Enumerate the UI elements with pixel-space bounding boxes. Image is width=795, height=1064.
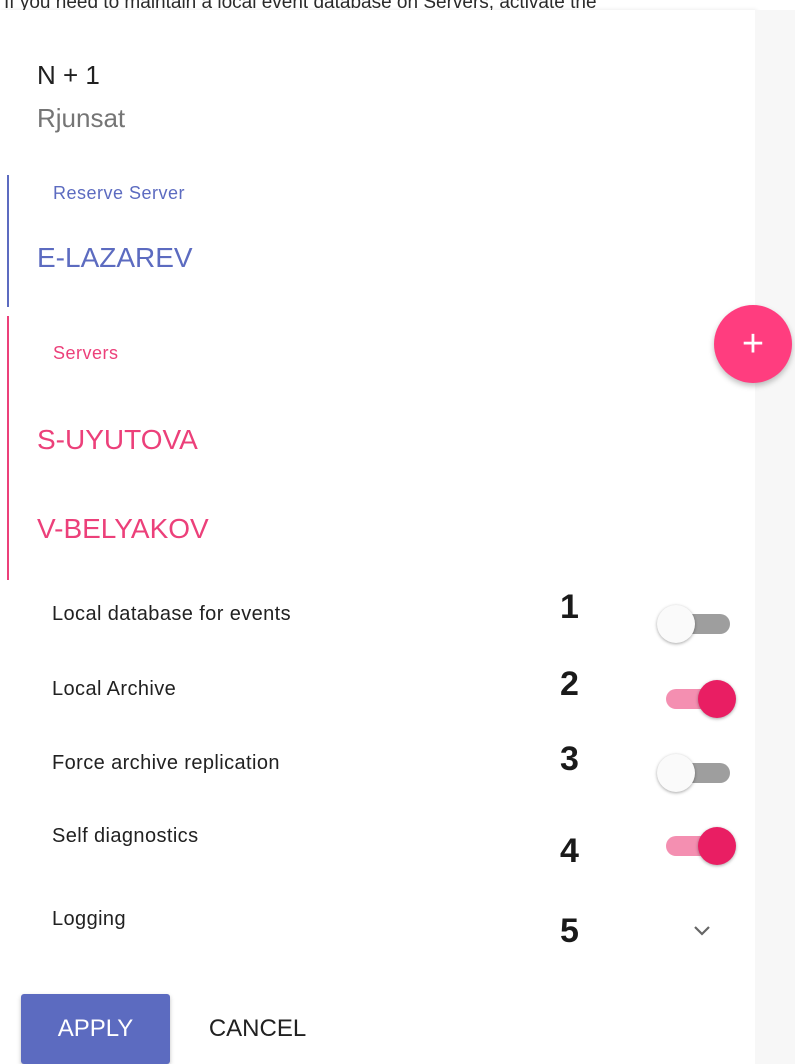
callout-number: 5	[560, 912, 579, 950]
callout-number: 4	[560, 832, 579, 870]
reserve-group-bar	[7, 175, 9, 307]
local-archive-toggle[interactable]	[660, 678, 736, 718]
toggle-knob	[657, 605, 695, 643]
server-item[interactable]: S-UYUTOVA	[37, 424, 198, 456]
reserve-server-item[interactable]: E-LAZAREV	[37, 242, 193, 274]
settings-panel: N + 1 Rjunsat Reserve Server E-LAZAREV S…	[0, 10, 755, 1064]
option-label-force-replication: Force archive replication	[52, 752, 280, 774]
self-diagnostics-toggle[interactable]	[660, 825, 736, 865]
option-label-local-database: Local database for events	[52, 603, 292, 625]
servers-group-bar	[7, 316, 9, 580]
callout-number: 3	[560, 740, 579, 778]
callout-number: 2	[560, 665, 579, 703]
background-area	[755, 10, 795, 1064]
callout-number: 1	[560, 588, 579, 626]
toggle-knob	[657, 754, 695, 792]
apply-button[interactable]: APPLY	[21, 994, 170, 1064]
add-server-button[interactable]: +	[714, 305, 792, 383]
local-database-toggle[interactable]	[657, 603, 732, 643]
reserve-server-label: Reserve Server	[53, 183, 186, 203]
plus-icon: +	[741, 323, 765, 365]
server-item[interactable]: V-BELYAKOV	[37, 513, 209, 545]
chevron-down-icon[interactable]	[690, 920, 714, 940]
page: If you need to maintain a local event da…	[0, 0, 795, 1064]
option-label-self-diagnostics: Self diagnostics	[52, 825, 199, 847]
force-archive-replication-toggle[interactable]	[657, 752, 732, 792]
profile-subtitle: Rjunsat	[37, 103, 126, 133]
toggle-knob	[698, 680, 736, 718]
option-label-logging: Logging	[52, 908, 126, 930]
option-label-local-archive: Local Archive	[52, 678, 177, 700]
profile-title: N + 1	[37, 60, 100, 90]
servers-label: Servers	[53, 343, 119, 363]
cancel-button[interactable]: CANCEL	[190, 994, 325, 1064]
toggle-knob	[698, 827, 736, 865]
